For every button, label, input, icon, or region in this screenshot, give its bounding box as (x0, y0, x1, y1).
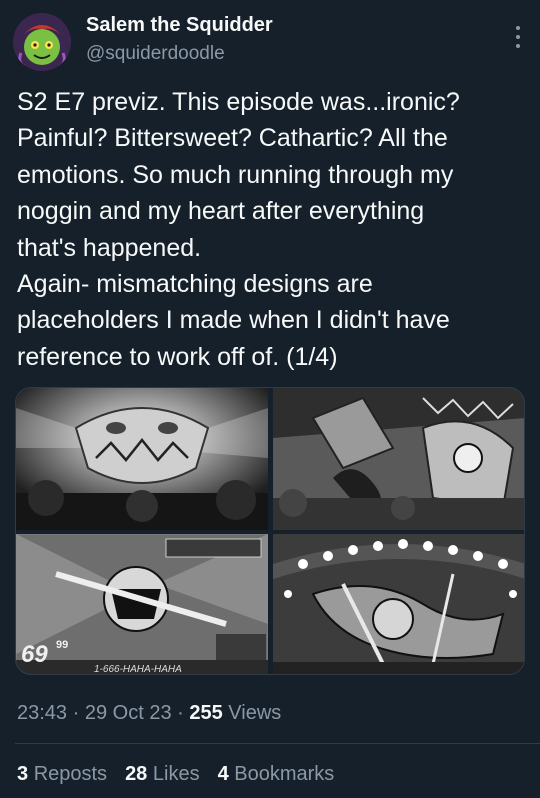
price-overlay-cents: 99 (56, 639, 68, 651)
engagement-stats: 3 Reposts 28 Likes 4 Bookmarks (17, 763, 334, 786)
reposts-label: Reposts (33, 763, 108, 785)
storyboard-frame-2[interactable] (273, 388, 524, 530)
storyboard-frame-1[interactable] (16, 388, 268, 530)
storyboard-frame-3[interactable]: 69 99 1-666-HAHA-HAHA (16, 534, 268, 675)
tweet-time[interactable]: 23:43 (17, 702, 67, 724)
meta-separator: · (171, 702, 190, 724)
tweet-text: S2 E7 previz. This episode was...ironic?… (17, 88, 460, 371)
bookmarks-count: 4 (217, 763, 229, 785)
user-handle[interactable]: @squiderdoodle (86, 43, 225, 65)
views-count[interactable]: 255 (189, 702, 222, 724)
divider (15, 743, 540, 744)
tweet-header: Salem the Squidder @squiderdoodle (0, 0, 540, 80)
avatar[interactable] (13, 13, 71, 71)
views-label[interactable]: Views (223, 702, 281, 724)
bookmarks-stat[interactable]: 4 Bookmarks (218, 763, 335, 786)
storyboard-frame-4[interactable] (273, 534, 524, 674)
likes-label: Likes (152, 763, 200, 785)
price-overlay-number: 69 (21, 641, 48, 668)
reposts-count: 3 (17, 763, 29, 785)
likes-count: 28 (125, 763, 148, 785)
bookmarks-label: Bookmarks (234, 763, 335, 785)
phone-overlay: 1-666-HAHA-HAHA (94, 664, 182, 675)
reposts-stat[interactable]: 3 Reposts (17, 763, 107, 786)
meta-separator: · (67, 702, 85, 724)
display-name[interactable]: Salem the Squidder (86, 14, 273, 37)
tweet-meta: 23:43 · 29 Oct 23 · 255 Views (17, 702, 281, 725)
likes-stat[interactable]: 28 Likes (125, 763, 200, 786)
more-options-icon[interactable] (514, 26, 522, 48)
media-grid: 69 99 1-666-HAHA-HAHA (15, 387, 525, 675)
tweet-date[interactable]: 29 Oct 23 (85, 702, 172, 724)
